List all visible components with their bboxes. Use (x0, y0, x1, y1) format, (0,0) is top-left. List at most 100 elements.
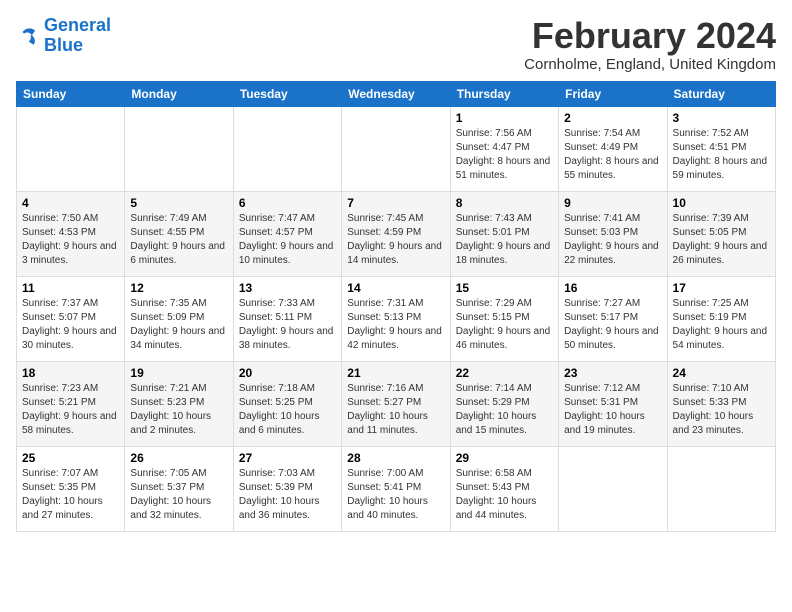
title-block: February 2024 Cornholme, England, United… (524, 16, 776, 73)
day-number: 1 (456, 111, 553, 125)
day-number: 24 (673, 366, 770, 380)
day-content: Sunrise: 7:27 AM Sunset: 5:17 PM Dayligh… (564, 297, 661, 353)
calendar-week-3: 11Sunrise: 7:37 AM Sunset: 5:07 PM Dayli… (17, 276, 776, 361)
day-header-wednesday: Wednesday (342, 81, 450, 106)
calendar-week-5: 25 Sunrise: 7:07 AM Sunset: 5:35 PM Dayli… (17, 446, 776, 531)
day-content: Sunrise: 7:41 AM Sunset: 5:03 PM Dayligh… (564, 212, 661, 268)
day-content: Sunrise: 7:50 AM Sunset: 4:53 PM Dayligh… (22, 212, 119, 268)
day-content: Sunrise: 7:25 AM Sunset: 5:19 PM Dayligh… (673, 297, 770, 353)
day-content: Sunrise: 7:18 AM Sunset: 5:25 PM Dayligh… (239, 382, 336, 438)
day-number: 27 (239, 451, 336, 465)
day-content: Sunrise: 7:39 AM Sunset: 5:05 PM Dayligh… (673, 212, 770, 268)
calendar-cell: 4 Sunrise: 7:50 AM Sunset: 4:53 PM Daylig… (17, 191, 125, 276)
day-number: 26 (130, 451, 227, 465)
day-header-monday: Monday (125, 81, 233, 106)
day-number: 19 (130, 366, 227, 380)
calendar-week-4: 18 Sunrise: 7:23 AM Sunset: 5:21 PM Dayli… (17, 361, 776, 446)
calendar-cell: 29 Sunrise: 6:58 AM Sunset: 5:43 PM Dayli… (450, 446, 558, 531)
calendar-cell: 6 Sunrise: 7:47 AM Sunset: 4:57 PM Daylig… (233, 191, 341, 276)
logo: General Blue (16, 16, 111, 56)
day-number: 8 (456, 196, 553, 210)
calendar-cell: 3 Sunrise: 7:52 AM Sunset: 4:51 PM Daylig… (667, 106, 775, 191)
day-number: 13 (239, 281, 336, 295)
calendar-cell: 15 Sunrise: 7:29 AM Sunset: 5:15 PM Dayli… (450, 276, 558, 361)
calendar-cell: 16 Sunrise: 7:27 AM Sunset: 5:17 PM Dayli… (559, 276, 667, 361)
day-number: 3 (673, 111, 770, 125)
calendar-header: SundayMondayTuesdayWednesdayThursdayFrid… (17, 81, 776, 106)
day-number: 9 (564, 196, 661, 210)
calendar-cell (125, 106, 233, 191)
day-number: 16 (564, 281, 661, 295)
logo-icon (16, 24, 40, 48)
calendar-cell: 1 Sunrise: 7:56 AM Sunset: 4:47 PM Daylig… (450, 106, 558, 191)
day-header-tuesday: Tuesday (233, 81, 341, 106)
calendar-cell: 7Sunrise: 7:45 AM Sunset: 4:59 PM Daylig… (342, 191, 450, 276)
page-header: General Blue February 2024 Cornholme, En… (16, 16, 776, 73)
calendar-cell (559, 446, 667, 531)
calendar-cell: 2 Sunrise: 7:54 AM Sunset: 4:49 PM Daylig… (559, 106, 667, 191)
month-title: February 2024 (524, 16, 776, 56)
calendar-cell: 10 Sunrise: 7:39 AM Sunset: 5:05 PM Dayli… (667, 191, 775, 276)
calendar-week-1: 1 Sunrise: 7:56 AM Sunset: 4:47 PM Daylig… (17, 106, 776, 191)
calendar-table: SundayMondayTuesdayWednesdayThursdayFrid… (16, 81, 776, 532)
day-content: Sunrise: 7:43 AM Sunset: 5:01 PM Dayligh… (456, 212, 553, 268)
calendar-cell: 21Sunrise: 7:16 AM Sunset: 5:27 PM Dayli… (342, 361, 450, 446)
calendar-cell (233, 106, 341, 191)
calendar-cell: 24 Sunrise: 7:10 AM Sunset: 5:33 PM Dayli… (667, 361, 775, 446)
calendar-cell (342, 106, 450, 191)
day-number: 20 (239, 366, 336, 380)
calendar-cell (17, 106, 125, 191)
calendar-body: 1 Sunrise: 7:56 AM Sunset: 4:47 PM Daylig… (17, 106, 776, 531)
day-number: 2 (564, 111, 661, 125)
day-number: 22 (456, 366, 553, 380)
calendar-cell: 14 Sunrise: 7:31 AM Sunset: 5:13 PM Dayli… (342, 276, 450, 361)
day-content: Sunrise: 7:47 AM Sunset: 4:57 PM Dayligh… (239, 212, 336, 268)
day-number: 15 (456, 281, 553, 295)
day-number: 10 (673, 196, 770, 210)
day-content: Sunrise: 7:00 AM Sunset: 5:41 PM Dayligh… (347, 467, 444, 523)
day-content: Sunrise: 7:23 AM Sunset: 5:21 PM Dayligh… (22, 382, 119, 438)
calendar-cell: 26 Sunrise: 7:05 AM Sunset: 5:37 PM Dayli… (125, 446, 233, 531)
day-number: 29 (456, 451, 553, 465)
day-number: 11 (22, 281, 119, 295)
day-number: 17 (673, 281, 770, 295)
day-content: Sunrise: 7:35 AM Sunset: 5:09 PM Dayligh… (130, 297, 227, 353)
day-content: Sunrise: 7:54 AM Sunset: 4:49 PM Dayligh… (564, 127, 661, 183)
day-header-row: SundayMondayTuesdayWednesdayThursdayFrid… (17, 81, 776, 106)
calendar-cell: 12 Sunrise: 7:35 AM Sunset: 5:09 PM Dayli… (125, 276, 233, 361)
calendar-cell: 25 Sunrise: 7:07 AM Sunset: 5:35 PM Dayli… (17, 446, 125, 531)
day-header-friday: Friday (559, 81, 667, 106)
day-content: Sunrise: 7:33 AM Sunset: 5:11 PM Dayligh… (239, 297, 336, 353)
day-number: 18 (22, 366, 119, 380)
day-content: Sunrise: 7:21 AM Sunset: 5:23 PM Dayligh… (130, 382, 227, 438)
calendar-cell: 13 Sunrise: 7:33 AM Sunset: 5:11 PM Dayli… (233, 276, 341, 361)
day-content: Sunrise: 7:03 AM Sunset: 5:39 PM Dayligh… (239, 467, 336, 523)
day-number: 14 (347, 281, 444, 295)
day-number: 25 (22, 451, 119, 465)
day-number: 4 (22, 196, 119, 210)
day-content: Sunrise: 7:31 AM Sunset: 5:13 PM Dayligh… (347, 297, 444, 353)
day-content: Sunrise: 7:49 AM Sunset: 4:55 PM Dayligh… (130, 212, 227, 268)
day-content: Sunrise: 7:56 AM Sunset: 4:47 PM Dayligh… (456, 127, 553, 183)
day-number: 7 (347, 196, 444, 210)
day-content: Sunrise: 6:58 AM Sunset: 5:43 PM Dayligh… (456, 467, 553, 523)
calendar-cell: 5Sunrise: 7:49 AM Sunset: 4:55 PM Daylig… (125, 191, 233, 276)
day-content: Sunrise: 7:05 AM Sunset: 5:37 PM Dayligh… (130, 467, 227, 523)
day-number: 12 (130, 281, 227, 295)
day-number: 6 (239, 196, 336, 210)
day-content: Sunrise: 7:07 AM Sunset: 5:35 PM Dayligh… (22, 467, 119, 523)
day-content: Sunrise: 7:16 AM Sunset: 5:27 PM Dayligh… (347, 382, 444, 438)
calendar-cell (667, 446, 775, 531)
calendar-cell: 28 Sunrise: 7:00 AM Sunset: 5:41 PM Dayli… (342, 446, 450, 531)
calendar-cell: 20 Sunrise: 7:18 AM Sunset: 5:25 PM Dayli… (233, 361, 341, 446)
day-content: Sunrise: 7:12 AM Sunset: 5:31 PM Dayligh… (564, 382, 661, 438)
calendar-cell: 11Sunrise: 7:37 AM Sunset: 5:07 PM Dayli… (17, 276, 125, 361)
day-content: Sunrise: 7:29 AM Sunset: 5:15 PM Dayligh… (456, 297, 553, 353)
day-number: 28 (347, 451, 444, 465)
day-number: 23 (564, 366, 661, 380)
day-content: Sunrise: 7:52 AM Sunset: 4:51 PM Dayligh… (673, 127, 770, 183)
day-content: Sunrise: 7:10 AM Sunset: 5:33 PM Dayligh… (673, 382, 770, 438)
day-header-thursday: Thursday (450, 81, 558, 106)
calendar-cell: 18 Sunrise: 7:23 AM Sunset: 5:21 PM Dayli… (17, 361, 125, 446)
logo-text: General Blue (44, 16, 111, 56)
